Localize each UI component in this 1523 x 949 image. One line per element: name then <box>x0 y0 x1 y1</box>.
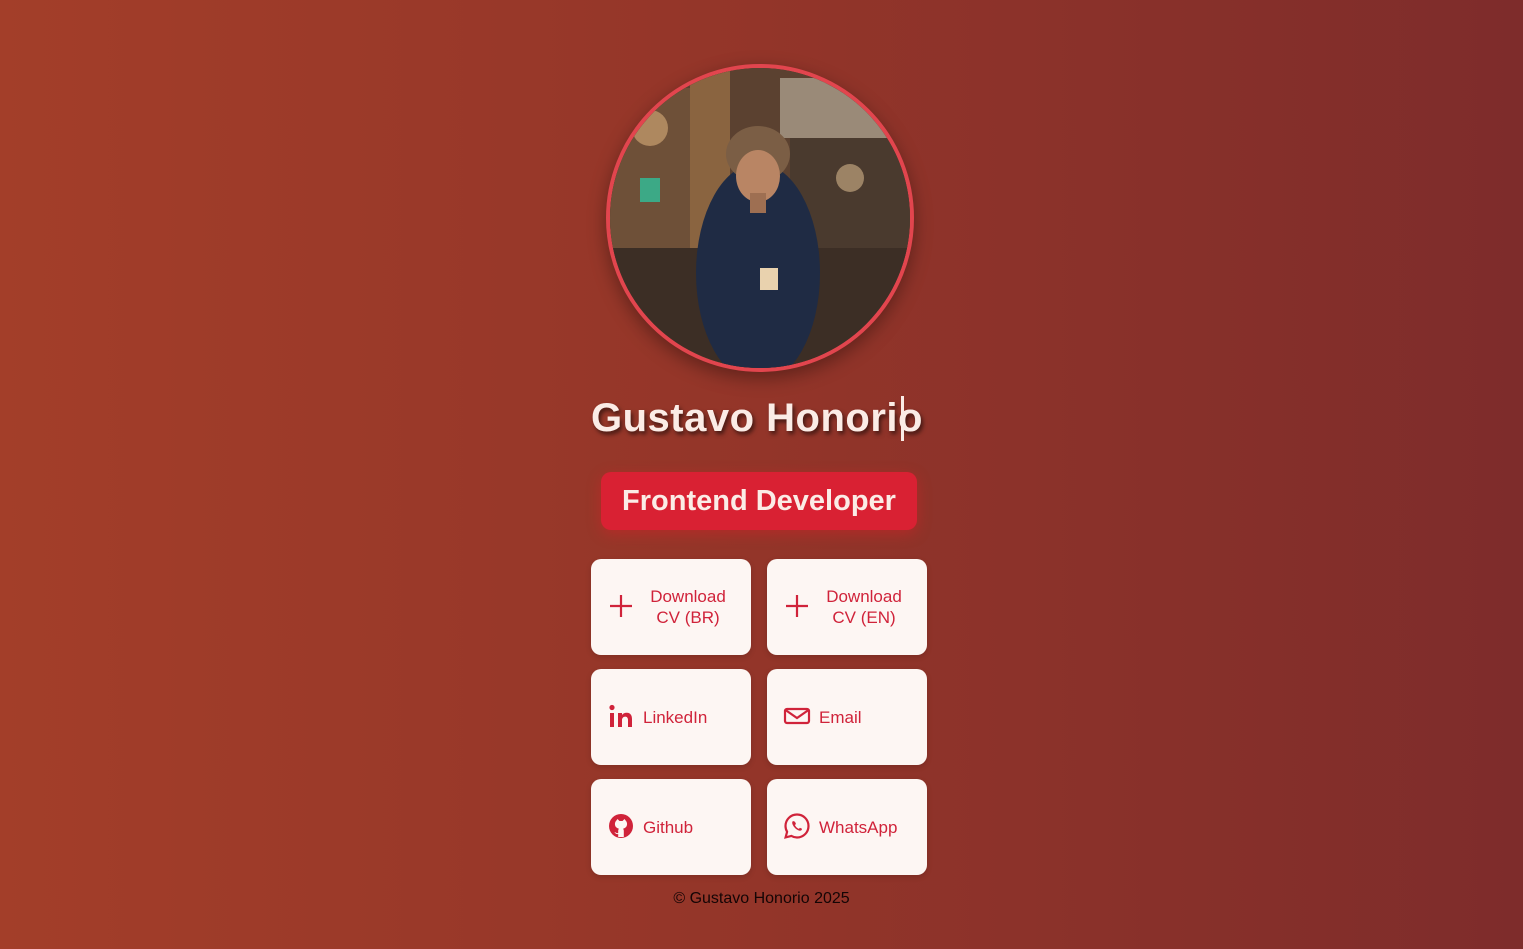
github-button[interactable]: Github <box>591 779 751 875</box>
download-cv-en-button[interactable]: Download CV (EN) <box>767 559 927 655</box>
profile-name: Gustavo Honorio <box>591 396 923 440</box>
plus-icon <box>607 592 635 620</box>
whatsapp-button[interactable]: WhatsApp <box>767 779 927 875</box>
github-icon <box>607 812 635 840</box>
download-cv-br-label: Download CV (BR) <box>650 587 726 627</box>
download-cv-en-label: Download CV (EN) <box>826 587 902 627</box>
envelope-icon <box>783 702 811 730</box>
linkedin-icon <box>607 702 635 730</box>
github-label: Github <box>643 817 694 837</box>
profile-page: Gustavo Honorio Frontend Developer Downl… <box>0 0 1523 949</box>
footer-copyright: © Gustavo Honorio 2025 <box>673 890 850 907</box>
whatsapp-label: WhatsApp <box>819 817 898 837</box>
email-button[interactable]: Email <box>767 669 927 765</box>
plus-icon <box>783 592 811 620</box>
download-cv-br-button[interactable]: Download CV (BR) <box>591 559 751 655</box>
email-label: Email <box>819 707 862 727</box>
avatar <box>606 64 914 372</box>
avatar-photo <box>610 68 910 368</box>
linkedin-label: LinkedIn <box>643 707 708 727</box>
role-badge: Frontend Developer <box>601 472 917 530</box>
linkedin-button[interactable]: LinkedIn <box>591 669 751 765</box>
whatsapp-icon <box>783 812 811 840</box>
text-cursor <box>901 396 904 441</box>
